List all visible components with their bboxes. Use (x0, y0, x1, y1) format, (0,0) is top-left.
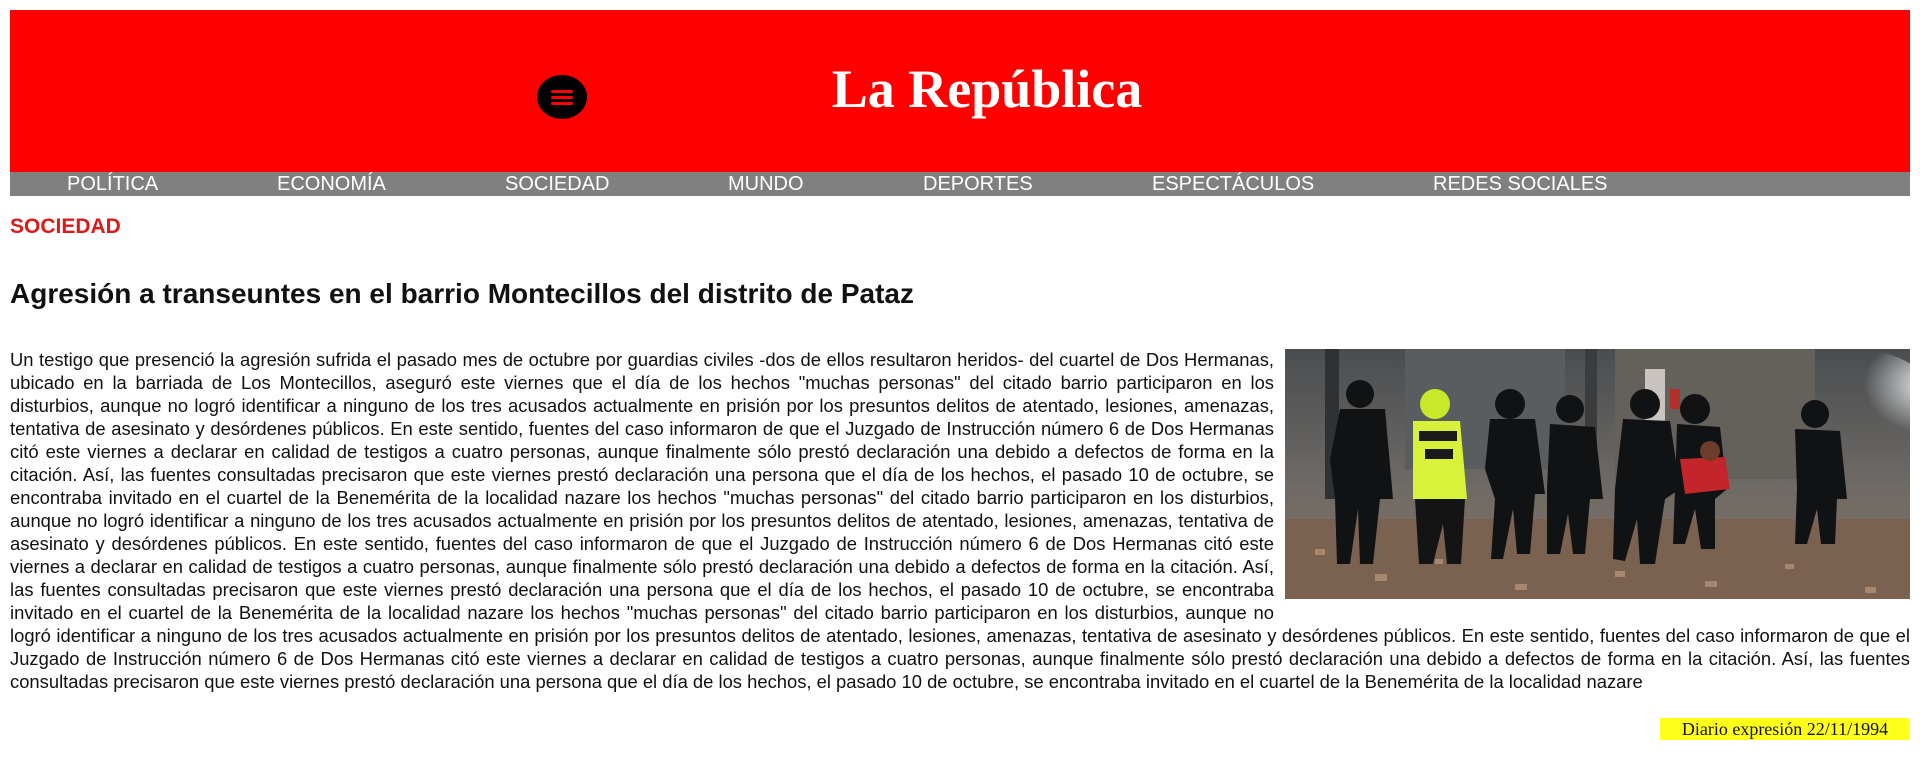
nav-item-deportes[interactable]: DEPORTES (923, 172, 1033, 196)
masthead: La República (10, 10, 1910, 172)
section-label[interactable]: SOCIEDAD (10, 216, 121, 237)
nav-item-espectaculos[interactable]: ESPECTÁCULOS (1152, 172, 1314, 196)
article-content: Un testigo que presenció la agresión suf… (10, 348, 1910, 693)
nav-item-sociedad[interactable]: SOCIEDAD (505, 172, 609, 196)
main-nav: POLÍTICA ECONOMÍA SOCIEDAD MUNDO DEPORTE… (10, 172, 1910, 196)
nav-item-economia[interactable]: ECONOMÍA (277, 172, 386, 196)
nav-item-politica[interactable]: POLÍTICA (67, 172, 158, 196)
article-photo (1285, 349, 1910, 599)
nav-item-redes-sociales[interactable]: REDES SOCIALES (1433, 172, 1608, 196)
page: La República POLÍTICA ECONOMÍA SOCIEDAD … (10, 10, 1910, 740)
site-logo[interactable]: La República (10, 62, 1920, 116)
nav-item-mundo[interactable]: MUNDO (728, 172, 804, 196)
publication-stamp: Diario expresión 22/11/1994 (1660, 718, 1910, 740)
article-headline: Agresión a transeuntes en el barrio Mont… (10, 278, 914, 309)
